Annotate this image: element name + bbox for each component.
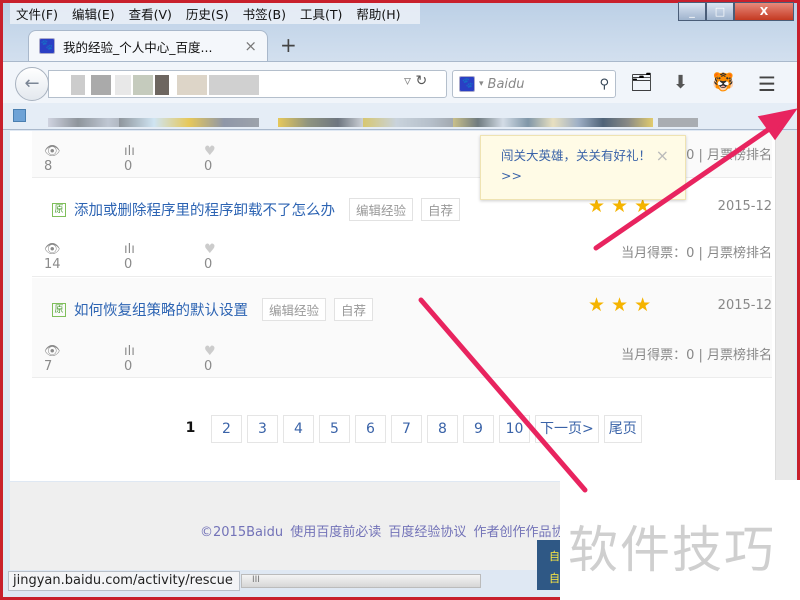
- menu-history[interactable]: 历史(S): [186, 4, 229, 23]
- new-tab-button[interactable]: +: [280, 33, 297, 57]
- item-stats: 👁 8 ılı 0 ♥ 0: [44, 144, 284, 174]
- eye-icon: 👁: [44, 144, 61, 159]
- page-link[interactable]: 8: [427, 415, 458, 443]
- last-page-button[interactable]: 尾页: [603, 415, 642, 443]
- date: 2015-12: [717, 199, 772, 214]
- menu-bar: 文件(F) 编辑(E) 查看(V) 历史(S) 书签(B) 工具(T) 帮助(H…: [10, 3, 420, 24]
- baidu-engine-icon[interactable]: 🐾: [459, 76, 475, 92]
- bookmark-item[interactable]: [453, 118, 653, 127]
- back-button[interactable]: ←: [15, 67, 49, 101]
- promo-popup: 闯关大英雄，关关有好礼！ >> ×: [480, 135, 686, 200]
- date: 2015-12: [717, 298, 772, 313]
- tab-title: 我的经验_个人中心_百度...: [63, 39, 213, 55]
- item-stats: 👁 7 ılı 0 ♥ 0: [44, 344, 284, 374]
- side-widget[interactable]: 自 自: [537, 540, 562, 590]
- bookmarks-overflow-button[interactable]: »: [778, 110, 785, 123]
- pagination: 1 2 3 4 5 6 7 8 9 10 下一页> 尾页: [175, 415, 642, 443]
- footer-links[interactable]: ©2015Baidu 使用百度前必读 百度经验协议 作者创作作品协: [200, 521, 564, 540]
- url-input[interactable]: [48, 70, 447, 98]
- bookmark-item[interactable]: [363, 118, 463, 127]
- promo-link[interactable]: 闯关大英雄，关关有好礼！ >>: [501, 148, 651, 183]
- menu-view[interactable]: 查看(V): [129, 4, 172, 23]
- heart-icon: ♥: [204, 344, 216, 359]
- original-badge: 原: [52, 302, 66, 317]
- list-item: 原 如何恢复组策略的默认设置 编辑经验 自荐 ★★★ 2015-12 👁 7 ı…: [32, 278, 772, 378]
- bar-chart-icon: ılı: [124, 144, 135, 159]
- original-badge: 原: [52, 202, 66, 217]
- menu-help[interactable]: 帮助(H): [356, 4, 400, 23]
- recommend-button[interactable]: 自荐: [334, 298, 374, 321]
- back-arrow-icon: ←: [24, 73, 40, 94]
- menu-tools[interactable]: 工具(T): [300, 4, 342, 23]
- horizontal-scrollbar[interactable]: III: [241, 574, 481, 588]
- menu-file[interactable]: 文件(F): [16, 4, 58, 23]
- reload-icon[interactable]: ↻: [415, 73, 427, 89]
- page-link[interactable]: 2: [211, 415, 242, 443]
- tab-active[interactable]: 🐾 我的经验_个人中心_百度... ×: [28, 30, 268, 61]
- heart-icon: ♥: [204, 144, 216, 159]
- page-link[interactable]: 7: [391, 415, 422, 443]
- engine-dropdown-icon[interactable]: ▾: [479, 79, 484, 89]
- watermark: 软件技巧: [560, 480, 800, 600]
- status-bar-url: jingyan.baidu.com/activity/rescue: [8, 571, 240, 591]
- minimize-button[interactable]: _: [678, 2, 706, 21]
- dropdown-icon[interactable]: ▿: [404, 73, 411, 89]
- star-rating: ★★★: [588, 294, 658, 316]
- page-link[interactable]: 3: [247, 415, 278, 443]
- eye-icon: 👁: [44, 344, 61, 359]
- bookmark-item[interactable]: [658, 118, 698, 127]
- experience-title-link[interactable]: 添加或删除程序里的程序卸载不了怎么办: [74, 199, 335, 220]
- download-icon[interactable]: ⬇: [673, 72, 688, 93]
- page-link[interactable]: 5: [319, 415, 350, 443]
- search-icon[interactable]: ⚲: [599, 77, 609, 92]
- item-stats: 👁 14 ılı 0 ♥ 0: [44, 242, 284, 272]
- edit-experience-button[interactable]: 编辑经验: [262, 298, 327, 321]
- page-link[interactable]: 10: [499, 415, 530, 443]
- bookmark-item[interactable]: [278, 118, 368, 127]
- vote-info: 当月得票：0 | 月票榜排名: [621, 246, 772, 261]
- addon-icon[interactable]: 🗂: [630, 72, 653, 93]
- extension-icon[interactable]: 🐯: [712, 72, 734, 93]
- page-link[interactable]: 6: [355, 415, 386, 443]
- bookmark-search-icon[interactable]: [13, 109, 26, 122]
- heart-icon: ♥: [204, 242, 216, 257]
- next-page-button[interactable]: 下一页>: [535, 415, 599, 443]
- url-actions: ▿ ↻: [404, 73, 427, 89]
- bookmarks-bar: [3, 103, 797, 130]
- maximize-button[interactable]: □: [706, 2, 734, 21]
- vertical-scrollbar[interactable]: [775, 131, 795, 481]
- bookmark-item[interactable]: [119, 118, 259, 127]
- baidu-paw-icon: 🐾: [39, 38, 55, 54]
- search-input[interactable]: Baidu: [488, 77, 525, 92]
- page-current: 1: [175, 415, 206, 443]
- eye-icon: 👁: [44, 242, 61, 257]
- page-link[interactable]: 4: [283, 415, 314, 443]
- search-box[interactable]: 🐾 ▾ Baidu ⚲: [452, 70, 616, 98]
- edit-experience-button[interactable]: 编辑经验: [349, 198, 414, 221]
- menu-hamburger-icon[interactable]: ☰: [758, 72, 776, 96]
- vote-info: 0 | 月票榜排名: [686, 148, 772, 163]
- window-controls: _ □ X: [678, 2, 794, 21]
- vote-info: 当月得票：0 | 月票榜排名: [621, 348, 772, 363]
- menu-edit[interactable]: 编辑(E): [72, 4, 115, 23]
- menu-bookmarks[interactable]: 书签(B): [243, 4, 286, 23]
- popup-close-icon[interactable]: ×: [656, 146, 669, 166]
- page-link[interactable]: 9: [463, 415, 494, 443]
- bar-chart-icon: ılı: [124, 242, 135, 257]
- recommend-button[interactable]: 自荐: [421, 198, 461, 221]
- bar-chart-icon: ılı: [124, 344, 135, 359]
- tab-close-icon[interactable]: ×: [244, 37, 257, 55]
- close-window-button[interactable]: X: [734, 2, 794, 21]
- experience-title-link[interactable]: 如何恢复组策略的默认设置: [74, 299, 248, 320]
